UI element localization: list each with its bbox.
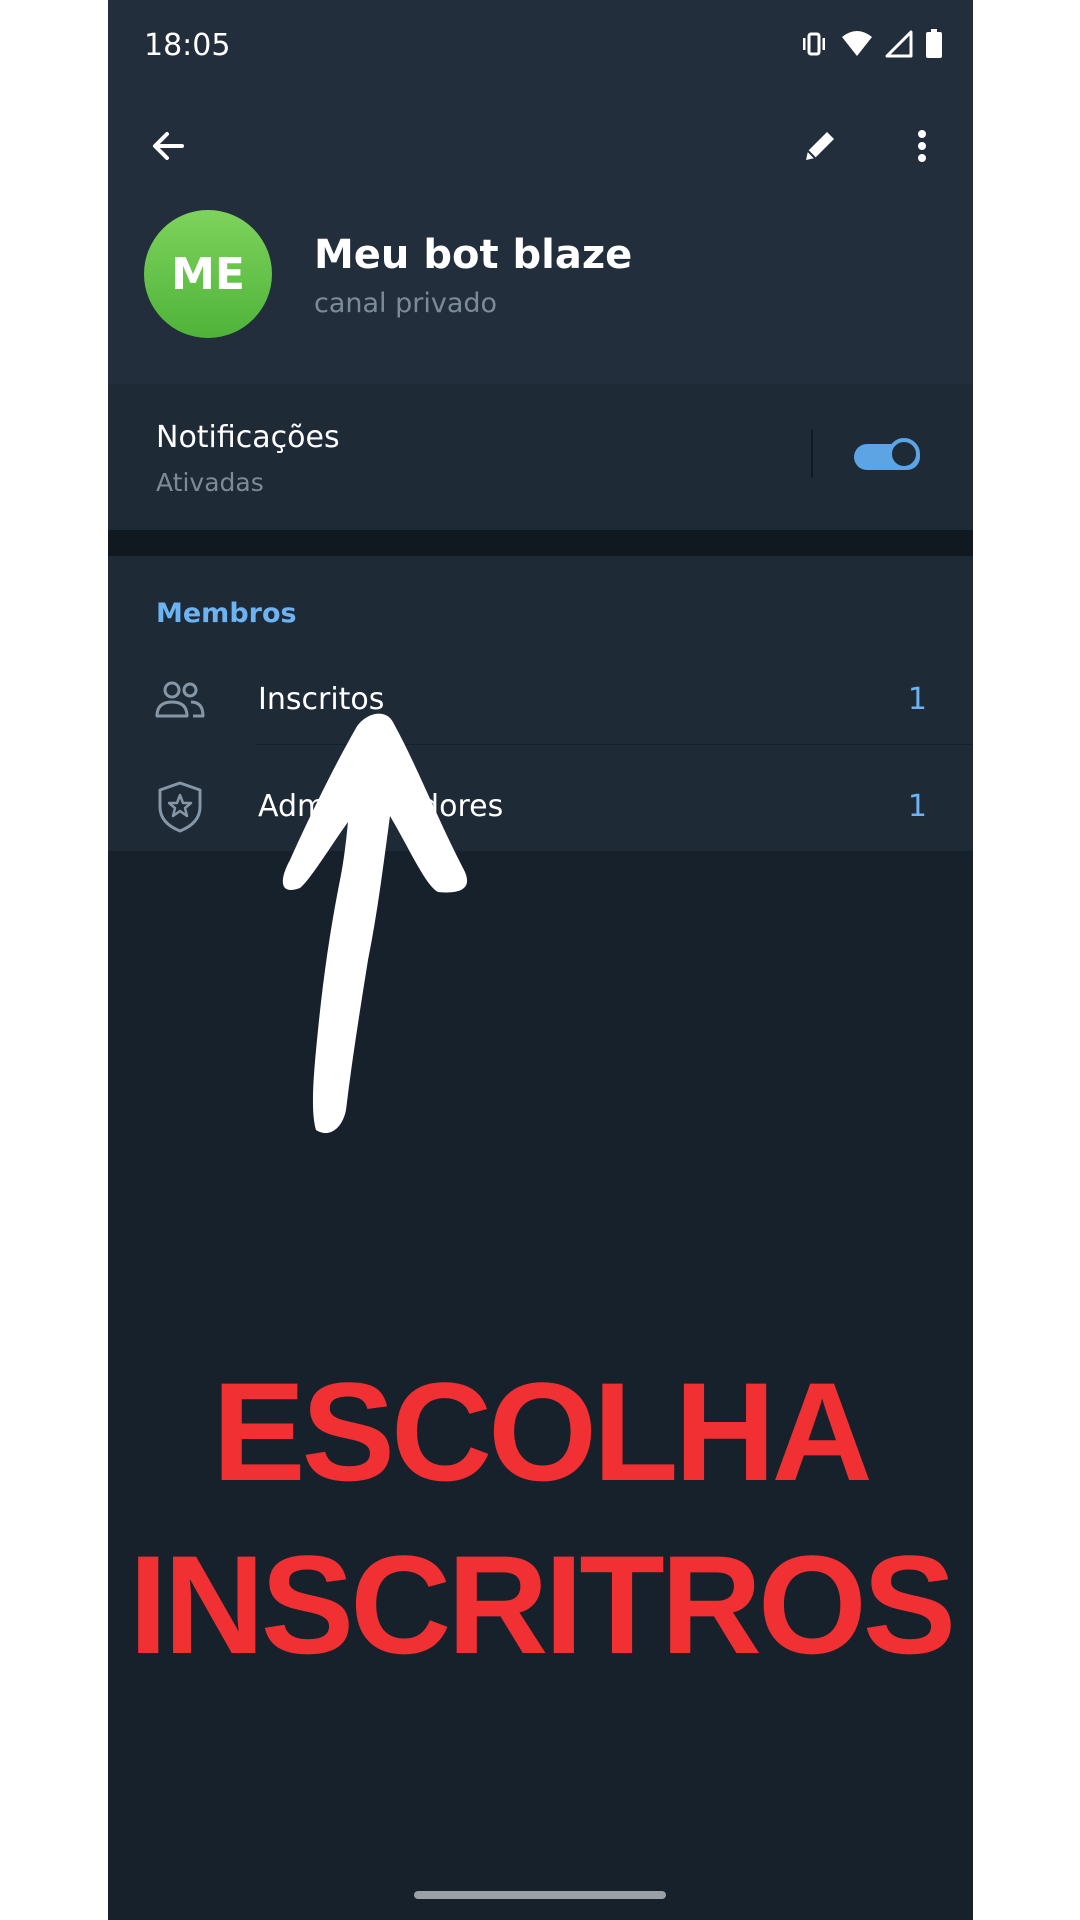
edit-button[interactable] — [790, 116, 850, 176]
toggle-knob — [888, 438, 920, 470]
status-time: 18:05 — [144, 28, 231, 63]
member-row-count: 1 — [907, 682, 927, 717]
channel-header: ME Meu bot blaze canal privado — [108, 92, 973, 384]
members-section: Membros Inscritos 1 Administr — [108, 556, 973, 851]
section-gap — [108, 530, 973, 556]
home-indicator[interactable] — [414, 1891, 666, 1899]
members-title: Membros — [156, 598, 297, 629]
vibrate-icon — [799, 29, 829, 63]
notifications-status: Ativadas — [156, 468, 264, 497]
hand-drawn-arrow-icon — [282, 713, 468, 1134]
battery-icon — [925, 29, 943, 63]
overlay-line1: ESCOLHA — [212, 1353, 872, 1510]
divider — [811, 430, 813, 478]
back-button[interactable] — [138, 116, 198, 176]
people-icon — [152, 672, 208, 728]
phone-screen: 18:05 ME Meu bot blaze canal privado Not… — [108, 0, 973, 1920]
channel-name: Meu bot blaze — [314, 232, 633, 278]
member-row-administradores[interactable]: Administradores 1 — [108, 755, 973, 859]
signal-icon — [885, 30, 913, 62]
status-bar: 18:05 — [108, 0, 973, 92]
pencil-icon — [806, 132, 834, 160]
overlay-line2: INSCRITROS — [128, 1526, 956, 1683]
channel-subtitle: canal privado — [314, 288, 498, 319]
back-arrow-icon — [153, 132, 184, 160]
member-row-inscritos[interactable]: Inscritos 1 — [108, 648, 973, 752]
notifications-title: Notificações — [156, 420, 340, 455]
notifications-row[interactable]: Notificações Ativadas — [108, 384, 973, 530]
shield-star-icon — [152, 779, 208, 835]
more-vert-icon — [918, 130, 926, 162]
more-options-button[interactable] — [892, 116, 952, 176]
avatar[interactable]: ME — [144, 210, 272, 338]
wifi-icon — [841, 29, 873, 63]
member-row-count: 1 — [907, 789, 927, 824]
notifications-toggle[interactable] — [854, 438, 926, 474]
status-icons — [799, 26, 943, 66]
